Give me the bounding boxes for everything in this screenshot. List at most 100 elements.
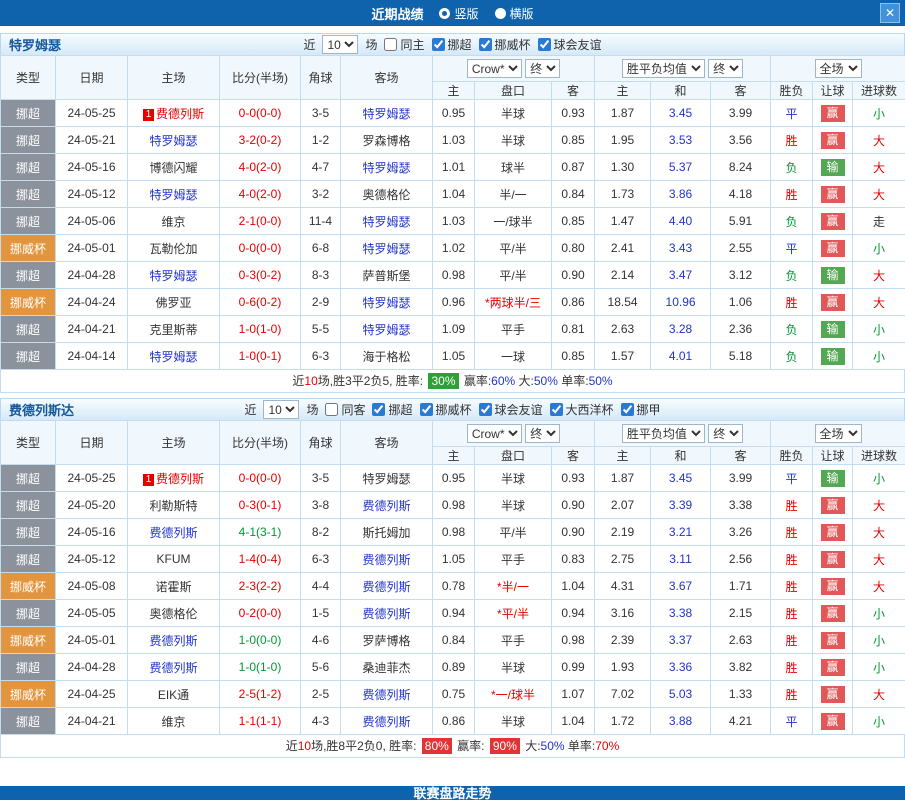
checkbox-input[interactable] [384,38,397,51]
filter-checkbox[interactable]: 挪甲 [621,401,661,418]
away-team-link[interactable]: 特罗姆瑟 [362,107,410,121]
checkbox-input[interactable] [621,403,634,416]
filter-checkbox[interactable]: 同客 [325,401,365,418]
checkbox-label: 同客 [341,401,365,418]
home-team-link[interactable]: 特罗姆瑟 [149,269,197,283]
away-team-link[interactable]: 海于格松 [362,350,410,364]
match-count-select[interactable]: 10 [322,35,358,54]
match-count-select[interactable]: 10 [263,400,299,419]
score-cell: 0-0(0-0) [220,465,301,492]
handicap-result-badge: 输 [821,267,845,284]
filter-checkbox[interactable]: 挪超 [372,401,412,418]
home-team-link[interactable]: 特罗姆瑟 [149,188,197,202]
home-team-link[interactable]: 克里斯蒂 [149,323,197,337]
eu-company-select[interactable]: 胜平负均值 [622,59,705,78]
away-team-link[interactable]: 费德列斯 [362,715,410,729]
filter-checkbox[interactable]: 挪威杯 [479,36,531,53]
result-cell: 胜 [771,654,813,681]
away-team-link[interactable]: 费德列斯 [362,499,410,513]
home-team-link[interactable]: EIK通 [158,688,189,702]
away-team-link[interactable]: 特罗姆瑟 [362,472,410,486]
odds-home-cell: 2.41 [595,235,651,262]
away-team-link[interactable]: 桑迪菲杰 [362,661,410,675]
close-button[interactable]: ✕ [880,3,900,23]
checkbox-input[interactable] [420,403,433,416]
checkbox-input[interactable] [372,403,385,416]
away-team-link[interactable]: 费德列斯 [362,580,410,594]
away-team-link[interactable]: 特罗姆瑟 [362,323,410,337]
handicap-cell: 球半 [475,154,552,181]
radio-selected-icon [439,8,450,19]
home-team-link[interactable]: 维京 [161,215,185,229]
checkbox-input[interactable] [550,403,563,416]
odds-home-cell: 1.87 [595,465,651,492]
home-team-link[interactable]: 1费德列斯 [143,107,204,121]
filter-checkbox[interactable]: 挪超 [432,36,472,53]
page-title: 近期战绩 [371,4,423,23]
home-team-cell: KFUM [128,546,220,573]
away-team-link[interactable]: 费德列斯 [362,688,410,702]
checkbox-input[interactable] [538,38,551,51]
away-team-link[interactable]: 费德列斯 [362,607,410,621]
away-team-link[interactable]: 萨普斯堡 [362,269,410,283]
ah-state-select[interactable]: 终 [525,424,560,443]
home-team-link[interactable]: 瓦勒伦加 [149,242,197,256]
filter-checkbox[interactable]: 球会友谊 [538,36,602,53]
away-team-link[interactable]: 斯托姆加 [362,526,410,540]
result-cell: 负 [771,316,813,343]
away-team-link[interactable]: 特罗姆瑟 [362,242,410,256]
filter-checkbox[interactable]: 挪威杯 [420,401,472,418]
scope-select[interactable]: 全场 [815,59,862,78]
ah-company-select[interactable]: Crow* [467,424,522,443]
home-team-link[interactable]: 费德列斯 [149,526,197,540]
home-team-link[interactable]: 特罗姆瑟 [149,134,197,148]
eu-company-select[interactable]: 胜平负均值 [622,424,705,443]
home-team-link[interactable]: 利勒斯特 [149,499,197,513]
home-team-link[interactable]: 特罗姆瑟 [149,350,197,364]
match-row: 挪超24-05-16费德列斯4-1(3-1)8-2斯托姆加0.98平/半0.90… [1,519,905,546]
scope-select[interactable]: 全场 [815,424,862,443]
odds-away-cell: 3.99 [711,100,771,127]
ah-state-select[interactable]: 终 [525,59,560,78]
home-team-link[interactable]: KFUM [157,552,191,566]
away-team-link[interactable]: 费德列斯 [362,553,410,567]
checkbox-input[interactable] [479,38,492,51]
eu-state-select[interactable]: 终 [708,424,743,443]
home-team-link[interactable]: 博德闪耀 [149,161,197,175]
away-team-link[interactable]: 奥德格伦 [362,188,410,202]
filter-checkbox[interactable]: 大西洋杯 [550,401,614,418]
home-team-link[interactable]: 维京 [161,715,185,729]
filter-checkbox[interactable]: 球会友谊 [479,401,543,418]
result-cell: 胜 [771,681,813,708]
col-corner: 角球 [301,56,341,100]
radio-vertical[interactable]: 竖版 [439,5,478,22]
away-team-link[interactable]: 特罗姆瑟 [362,215,410,229]
away-team-link[interactable]: 特罗姆瑟 [362,161,410,175]
home-team-link[interactable]: 1费德列斯 [143,472,204,486]
home-team-cell: 特罗姆瑟 [128,181,220,208]
subcol-ah-home: 主 [433,82,475,100]
corner-cell: 3-2 [301,181,341,208]
handicap-result-cell: 赢 [813,546,853,573]
odds-home-cell: 7.02 [595,681,651,708]
home-team-link[interactable]: 费德列斯 [149,634,197,648]
radio-horizontal[interactable]: 横版 [495,5,534,22]
checkbox-input[interactable] [325,403,338,416]
checkbox-input[interactable] [432,38,445,51]
away-team-link[interactable]: 特罗姆瑟 [362,296,410,310]
home-team-link[interactable]: 佛罗亚 [155,296,191,310]
home-team-cell: 费德列斯 [128,654,220,681]
checkbox-input[interactable] [479,403,492,416]
odds-home-cell: 2.75 [595,546,651,573]
eu-state-select[interactable]: 终 [708,59,743,78]
summary-segment: 场,胜8平2负0, 胜率: [311,739,420,753]
home-team-link[interactable]: 费德列斯 [149,661,197,675]
home-team-link[interactable]: 奥德格伦 [149,607,197,621]
filter-checkbox[interactable]: 同主 [384,36,424,53]
near-label: 近 [303,36,315,53]
odds-home-cell: 2.07 [595,492,651,519]
ah-company-select[interactable]: Crow* [467,59,522,78]
away-team-link[interactable]: 罗森博格 [362,134,410,148]
away-team-link[interactable]: 罗萨博格 [362,634,410,648]
home-team-link[interactable]: 诺霍斯 [155,580,191,594]
